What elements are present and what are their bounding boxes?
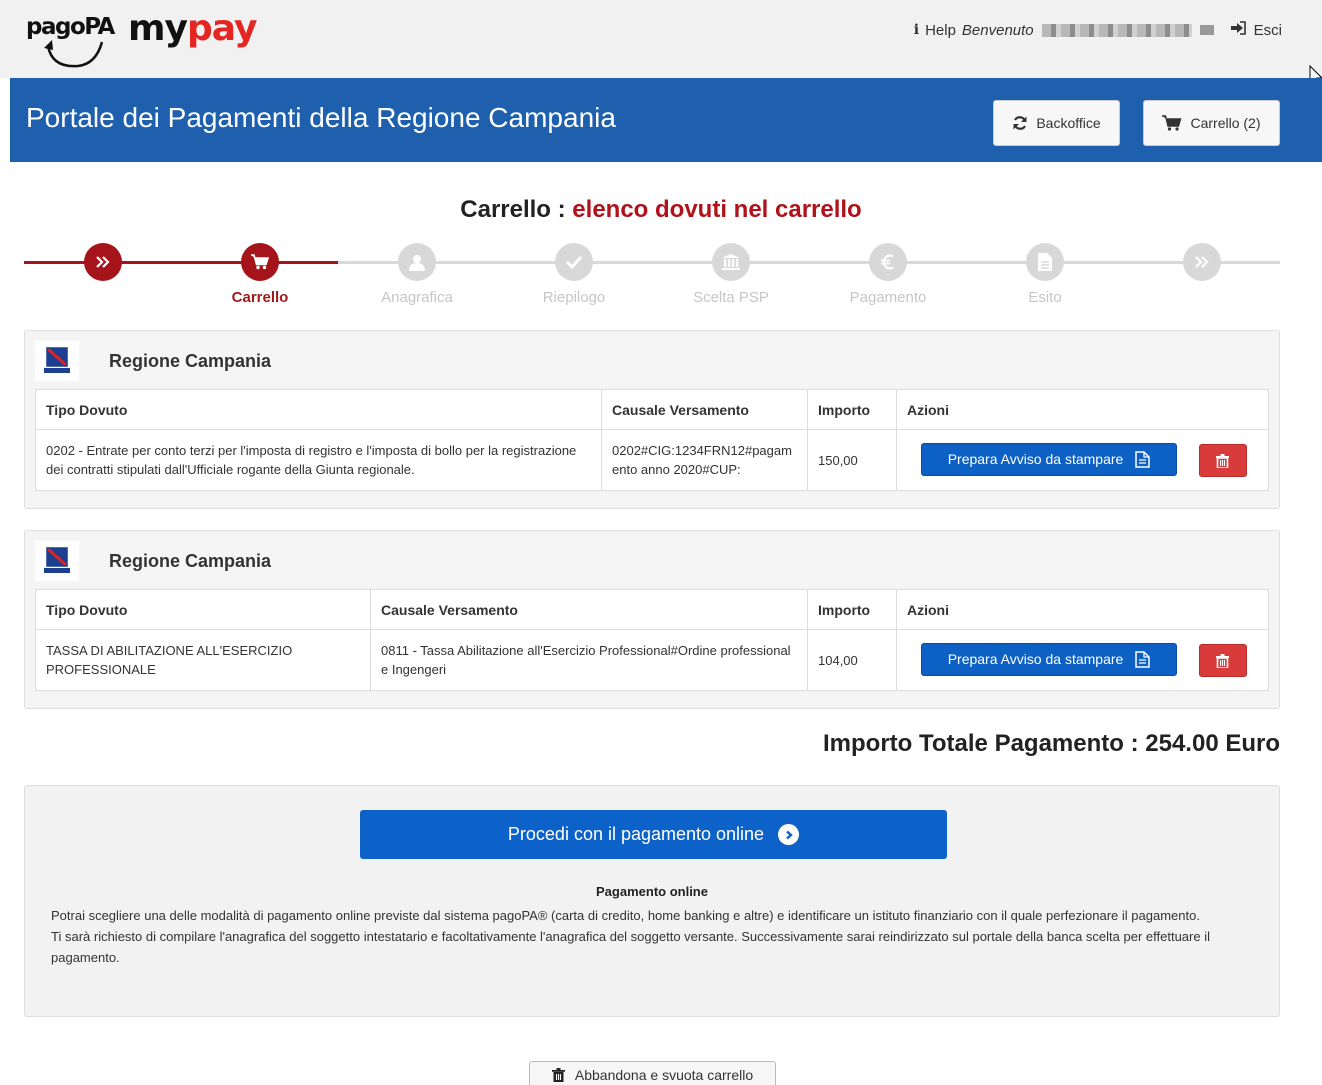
entity-name: Regione Campania [109, 350, 272, 371]
cell-tipo-dovuto: 0202 - Entrate per conto terzi per l'imp… [35, 429, 602, 491]
page-title-prefix: Carrello : [460, 196, 573, 223]
cell-causale: 0202#CIG:1234FRN12#pagamento anno 2020#C… [601, 429, 808, 491]
cart-group-header: Regione Campania [35, 541, 271, 581]
payment-paragraph-2: Ti sarà richiesto di compilare l'anagraf… [51, 929, 1210, 965]
mypay-logo-my: my [128, 8, 188, 49]
cart-icon [1162, 115, 1182, 131]
cell-causale: 0811 - Tassa Abilitazione all'Esercizio … [370, 629, 808, 691]
table-header-row: Tipo Dovuto Causale Versamento Importo A… [35, 389, 1269, 430]
regione-campania-emblem-icon [35, 341, 79, 381]
table-row: TASSA DI ABILITAZIONE ALL'ESERCIZIO PROF… [35, 629, 1269, 691]
step-user-icon [398, 243, 436, 281]
payment-panel: Procedi con il pagamento online Pagament… [24, 785, 1280, 1017]
stepper-line-done [24, 261, 338, 264]
mypay-logo-pay: pay [186, 8, 257, 49]
pagopa-logo[interactable]: pagoPA [26, 14, 115, 40]
user-menu: i Help Benvenuto Esci [914, 21, 1282, 39]
entity-name: Regione Campania [109, 550, 272, 571]
prepare-notice-label: Prepara Avviso da stampare [947, 450, 1124, 467]
proceed-payment-button[interactable]: Procedi con il pagamento online [360, 810, 947, 859]
step-start-icon [84, 243, 122, 281]
step-label-esito: Esito [1028, 289, 1062, 306]
col-importo: Importo [807, 589, 897, 630]
page-title-suffix: elenco dovuti nel carrello [572, 196, 862, 223]
delete-item-button[interactable] [1198, 644, 1247, 678]
cell-tipo-dovuto: TASSA DI ABILITAZIONE ALL'ESERCIZIO PROF… [35, 629, 371, 691]
col-causale: Causale Versamento [601, 389, 808, 430]
trash-icon [551, 1068, 565, 1082]
refresh-icon [1013, 116, 1027, 130]
backoffice-label: Backoffice [1036, 115, 1101, 131]
chevron-circle-right-icon [778, 824, 800, 845]
info-icon[interactable]: i [914, 22, 919, 38]
page-title: Carrello : elenco dovuti nel carrello [0, 196, 1322, 224]
redacted-username-suffix [1199, 25, 1214, 35]
logout-link[interactable]: Esci [1254, 22, 1282, 39]
step-euro-icon [869, 243, 907, 281]
col-causale: Causale Versamento [370, 589, 808, 630]
payment-description: Potrai scegliere una delle modalità di p… [51, 905, 1261, 968]
pagopa-logo-swoosh [44, 40, 104, 68]
dues-table: Tipo Dovuto Causale Versamento Importo A… [35, 389, 1269, 491]
total-amount: Importo Totale Pagamento : 254.00 Euro [823, 730, 1280, 757]
col-tipo-dovuto: Tipo Dovuto [35, 389, 602, 430]
table-header-row: Tipo Dovuto Causale Versamento Importo A… [35, 589, 1269, 630]
cell-azioni: Prepara Avviso da stampare [896, 429, 1269, 491]
mypay-logo[interactable]: mypay [128, 8, 257, 49]
cell-azioni: Prepara Avviso da stampare [896, 629, 1269, 691]
dues-table: Tipo Dovuto Causale Versamento Importo A… [35, 589, 1269, 691]
step-label-carrello[interactable]: Carrello [180, 289, 340, 306]
help-link[interactable]: Help [925, 22, 956, 39]
cart-group-1: Regione Campania Tipo Dovuto Causale Ver… [24, 330, 1280, 509]
step-label-pagamento: Pagamento [849, 289, 927, 306]
payment-heading: Pagamento online [596, 884, 708, 899]
trash-icon [1216, 653, 1230, 668]
cart-group-header: Regione Campania [35, 341, 271, 381]
proceed-payment-label: Procedi con il pagamento online [507, 824, 765, 844]
col-tipo-dovuto: Tipo Dovuto [35, 589, 371, 630]
col-importo: Importo [807, 389, 897, 430]
step-check-icon [555, 243, 593, 281]
prepare-notice-button[interactable]: Prepara Avviso da stampare [921, 442, 1177, 476]
step-bank-icon [712, 243, 750, 281]
abandon-cart-button[interactable]: Abbandona e svuota carrello [529, 1061, 776, 1085]
trash-icon [1216, 453, 1230, 468]
stepper-line-pending [338, 261, 1280, 264]
cart-button[interactable]: Carrello (2) [1143, 100, 1280, 146]
portal-header: Portale dei Pagamenti della Regione Camp… [10, 78, 1322, 162]
step-document-icon [1026, 243, 1064, 281]
step-cart-icon[interactable] [241, 243, 279, 281]
cart-label: Carrello (2) [1190, 115, 1261, 131]
step-label-riepilogo: Riepilogo [542, 289, 606, 306]
cart-group-2: Regione Campania Tipo Dovuto Causale Ver… [24, 530, 1280, 709]
step-label-scelta-psp: Scelta PSP [693, 289, 769, 306]
file-text-icon [1135, 451, 1151, 468]
checkout-stepper: Carrello Anagrafica Riepilogo Scelta PSP… [24, 240, 1280, 310]
redacted-username [1041, 23, 1192, 37]
regione-campania-emblem-icon [35, 541, 79, 581]
prepare-notice-button[interactable]: Prepara Avviso da stampare [921, 642, 1177, 676]
welcome-text: Benvenuto [961, 21, 1034, 39]
backoffice-button[interactable]: Backoffice [993, 100, 1120, 146]
table-row: 0202 - Entrate per conto terzi per l'imp… [35, 429, 1269, 491]
col-azioni: Azioni [896, 589, 1269, 630]
abandon-cart-label: Abbandona e svuota carrello [574, 1067, 754, 1083]
logout-icon[interactable] [1230, 21, 1246, 39]
step-end-icon [1183, 243, 1221, 281]
delete-item-button[interactable] [1198, 444, 1247, 478]
cell-importo: 104,00 [807, 629, 897, 691]
col-azioni: Azioni [896, 389, 1269, 430]
top-bar: pagoPA mypay i Help Benvenuto Esci [0, 0, 1322, 78]
cell-importo: 150,00 [807, 429, 897, 491]
prepare-notice-label: Prepara Avviso da stampare [947, 650, 1124, 667]
payment-paragraph-1: Potrai scegliere una delle modalità di p… [51, 908, 1200, 923]
portal-title: Portale dei Pagamenti della Regione Camp… [26, 102, 616, 133]
file-text-icon [1135, 651, 1151, 668]
step-label-anagrafica: Anagrafica [381, 289, 453, 306]
